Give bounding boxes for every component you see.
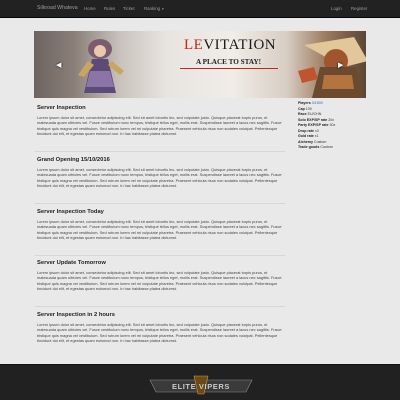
news-article: Server Inspection Today Lorem ipsum dolo…: [37, 209, 285, 240]
caret-down-icon: ▼: [161, 6, 165, 11]
nav-register[interactable]: Register: [351, 6, 367, 11]
banner-subtitle: A PLACE TO STAY!: [196, 58, 262, 66]
brand-link[interactable]: Silkroad Whateva: [37, 5, 78, 11]
nav-ticket[interactable]: Ticket: [123, 6, 135, 11]
banner-carousel: ◀ LEVITATION A PLACE TO STAY! ▶: [34, 31, 366, 98]
article-title[interactable]: Server Update Tomorrow: [37, 260, 285, 266]
banner-title: LEVITATION: [184, 37, 277, 53]
banner-underline: [180, 68, 278, 69]
elite-vipers-logo: ELITE VIPERS: [149, 375, 253, 395]
stat-trade-goods: Trade goods Custom: [298, 145, 333, 149]
carousel-next-icon[interactable]: ▶: [338, 61, 343, 69]
article-body: Lorem ipsum dolor sit amet, consectetur …: [37, 270, 282, 291]
article-divider: [35, 203, 285, 204]
article-divider: [35, 255, 285, 256]
nav-ranking-dropdown[interactable]: Ranking ▼: [144, 6, 164, 11]
footer: ELITE VIPERS: [0, 364, 400, 400]
news-article: Grand Opening 15/10/2016 Lorem ipsum dol…: [37, 157, 285, 188]
nav-login[interactable]: Login: [331, 6, 342, 11]
news-article: Server Update Tomorrow Lorem ipsum dolor…: [37, 260, 285, 291]
news-article: Server Inspection in 2 hours Lorem ipsum…: [37, 312, 285, 343]
top-navbar: Silkroad Whateva Home Rules Ticket Ranki…: [0, 0, 400, 18]
article-title[interactable]: Server Inspection Today: [37, 209, 285, 215]
article-body: Lorem ipsum dolor sit amet, consectetur …: [37, 115, 282, 136]
server-info-panel: Players 0/1500 Cap 100 Race EU/CHN Solo …: [298, 101, 368, 151]
article-divider: [35, 151, 285, 152]
nav-rules[interactable]: Rules: [104, 6, 115, 11]
article-title[interactable]: Grand Opening 15/10/2016: [37, 157, 285, 163]
character-right-image: [298, 37, 366, 98]
article-body: Lorem ipsum dolor sit amet, consectetur …: [37, 167, 282, 188]
nav-home[interactable]: Home: [84, 6, 96, 11]
nav-ranking-label: Ranking: [144, 5, 161, 11]
article-divider: [35, 306, 285, 307]
logo-text: ELITE VIPERS: [172, 382, 230, 391]
carousel-prev-icon[interactable]: ◀: [56, 61, 61, 69]
news-article: Server Inspection Lorem ipsum dolor sit …: [37, 105, 285, 136]
article-body: Lorem ipsum dolor sit amet, consectetur …: [37, 219, 282, 240]
article-title[interactable]: Server Inspection: [37, 105, 285, 111]
character-left-image: [78, 39, 124, 93]
article-title[interactable]: Server Inspection in 2 hours: [37, 312, 285, 318]
article-body: Lorem ipsum dolor sit amet, consectetur …: [37, 322, 282, 343]
